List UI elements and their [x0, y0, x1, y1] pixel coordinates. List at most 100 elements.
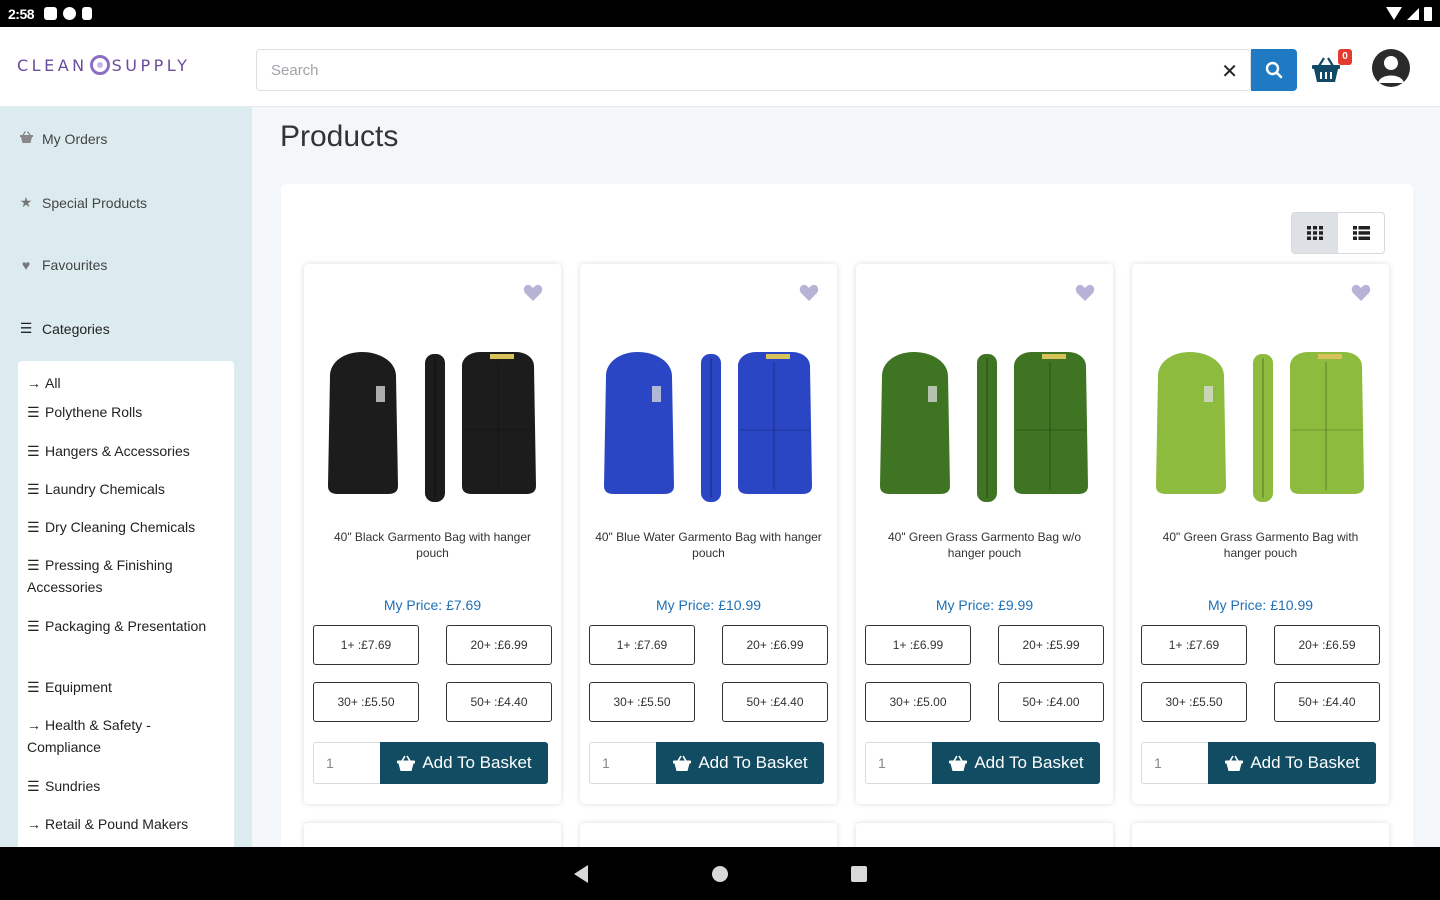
sidebar-item-label: My Orders	[42, 131, 108, 147]
sidebar-item-special-products[interactable]: ★ Special Products	[18, 194, 147, 211]
add-to-basket-button[interactable]: Add To Basket	[656, 742, 824, 784]
category-item-hangers[interactable]: ☰ Hangers & Accessories	[27, 440, 227, 462]
price-tier-button[interactable]: 1+ :£7.69	[1141, 625, 1247, 665]
clean-supply-logo[interactable]: CLEAN SUPPLY	[17, 55, 190, 75]
product-image[interactable]	[324, 344, 541, 504]
price-tier-button[interactable]: 50+ :£4.00	[998, 682, 1104, 722]
grid-view-button[interactable]	[1292, 213, 1338, 253]
back-icon[interactable]	[572, 864, 590, 884]
clear-search-icon[interactable]: ✕	[1221, 59, 1238, 84]
bars-icon: ☰	[27, 618, 40, 634]
product-image[interactable]	[876, 344, 1093, 504]
bars-icon: ☰	[27, 557, 40, 573]
sidebar-item-my-orders[interactable]: My Orders	[18, 131, 107, 147]
sidebar-item-categories[interactable]: ☰ Categories	[18, 320, 110, 337]
price-tier-button[interactable]: 30+ :£5.50	[589, 682, 695, 722]
price-tier-button[interactable]: 20+ :£6.99	[446, 625, 552, 665]
product-price: My Price: £10.99	[655, 597, 762, 613]
quantity-input[interactable]: 1	[313, 742, 383, 784]
category-item-packaging[interactable]: ☰ Packaging & Presentation	[27, 615, 227, 637]
basket-button[interactable]: 0	[1310, 49, 1352, 85]
add-to-basket-label: Add To Basket	[698, 753, 808, 772]
sidebar-item-favourites[interactable]: ♥ Favourites	[18, 257, 108, 273]
recents-icon[interactable]	[850, 865, 868, 883]
basket-icon	[1225, 755, 1244, 771]
main-content: Products 40" Black Garmento Bag with han…	[252, 107, 1440, 884]
category-item-retail[interactable]: → Retail & Pound Makers	[27, 813, 227, 835]
favourite-heart-icon[interactable]	[1075, 284, 1095, 307]
quantity-input[interactable]: 1	[1141, 742, 1211, 784]
category-item-polythene-rolls[interactable]: ☰ Polythene Rolls	[27, 401, 227, 423]
price-tier-button[interactable]: 20+ :£5.99	[998, 625, 1104, 665]
category-label: Equipment	[45, 679, 112, 695]
arrow-right-icon: →	[27, 717, 41, 733]
sidebar-item-label: Favourites	[42, 257, 108, 273]
user-avatar-button[interactable]	[1372, 49, 1410, 87]
basket-count-badge: 0	[1338, 49, 1352, 65]
search-button[interactable]	[1251, 49, 1297, 91]
product-name[interactable]: 40" Green Grass Garmento Bag with hanger…	[1146, 529, 1375, 561]
product-card[interactable]: 40" Black Garmento Bag with hanger pouch…	[304, 264, 561, 804]
add-to-basket-button[interactable]: Add To Basket	[380, 742, 548, 784]
arrow-right-icon: →	[27, 375, 41, 391]
product-card[interactable]: 40" Green Grass Garmento Bag w/o hanger …	[856, 264, 1113, 804]
status-bar: 2:58	[0, 0, 1440, 27]
price-tier-button[interactable]: 1+ :£6.99	[865, 625, 971, 665]
category-label: Pressing & Finishing Accessories	[27, 557, 173, 595]
price-tier-button[interactable]: 50+ :£4.40	[1274, 682, 1380, 722]
battery-icon	[1424, 6, 1432, 21]
heart-icon: ♥	[21, 257, 31, 273]
category-item-equipment[interactable]: ☰ Equipment	[27, 676, 227, 698]
add-to-basket-label: Add To Basket	[1250, 753, 1360, 772]
price-tier-button[interactable]: 50+ :£4.40	[446, 682, 552, 722]
product-price: My Price: £7.69	[383, 597, 482, 613]
product-name[interactable]: 40" Blue Water Garmento Bag with hanger …	[594, 529, 823, 561]
basket-icon	[949, 755, 968, 771]
category-list: → All ☰ Polythene Rolls ☰ Hangers & Accesso…	[18, 361, 234, 861]
sidebar: My Orders ★ Special Products ♥ Favourite…	[0, 107, 252, 861]
notification-icon	[44, 7, 58, 20]
product-image[interactable]	[600, 344, 817, 504]
grid-icon	[1307, 226, 1323, 240]
star-icon: ★	[19, 194, 33, 210]
product-name[interactable]: 40" Black Garmento Bag with hanger pouch	[318, 529, 547, 561]
bars-icon: ☰	[27, 519, 40, 535]
price-tier-button[interactable]: 20+ :£6.99	[722, 625, 828, 665]
bars-icon: ☰	[27, 404, 40, 420]
quantity-input[interactable]: 1	[865, 742, 935, 784]
home-icon[interactable]	[710, 864, 730, 884]
quantity-input[interactable]: 1	[589, 742, 659, 784]
price-tier-button[interactable]: 30+ :£5.50	[313, 682, 419, 722]
price-tier-button[interactable]: 30+ :£5.00	[865, 682, 971, 722]
list-icon	[1352, 226, 1370, 240]
favourite-heart-icon[interactable]	[1351, 284, 1371, 307]
add-to-basket-button[interactable]: Add To Basket	[1208, 742, 1376, 784]
favourite-heart-icon[interactable]	[799, 284, 819, 307]
category-item-laundry-chemicals[interactable]: ☰ Laundry Chemicals	[27, 478, 227, 500]
category-item-all[interactable]: → All	[27, 372, 227, 394]
category-label: Health & Safety - Compliance	[27, 717, 151, 755]
category-label: Laundry Chemicals	[45, 481, 165, 497]
product-card[interactable]: 40" Blue Water Garmento Bag with hanger …	[580, 264, 837, 804]
product-image[interactable]	[1152, 344, 1369, 504]
category-item-dry-cleaning[interactable]: ☰ Dry Cleaning Chemicals	[27, 516, 227, 538]
price-tier-button[interactable]: 20+ :£6.59	[1274, 625, 1380, 665]
category-item-sundries[interactable]: ☰ Sundries	[27, 775, 227, 797]
product-name[interactable]: 40" Green Grass Garmento Bag w/o hanger …	[870, 529, 1099, 561]
bars-icon: ☰	[27, 481, 40, 497]
price-tier-button[interactable]: 1+ :£7.69	[589, 625, 695, 665]
bars-icon: ☰	[27, 778, 40, 794]
category-item-health-safety[interactable]: → Health & Safety - Compliance	[27, 714, 227, 758]
price-tier-button[interactable]: 50+ :£4.40	[722, 682, 828, 722]
add-to-basket-button[interactable]: Add To Basket	[932, 742, 1100, 784]
category-item-pressing-finishing[interactable]: ☰ Pressing & Finishing Accessories	[27, 554, 227, 598]
search-bar: ✕	[256, 49, 1251, 91]
basket-icon	[397, 755, 416, 771]
search-input[interactable]	[257, 50, 1197, 90]
price-tier-button[interactable]: 1+ :£7.69	[313, 625, 419, 665]
product-card[interactable]: 40" Green Grass Garmento Bag with hanger…	[1132, 264, 1389, 804]
price-tier-button[interactable]: 30+ :£5.50	[1141, 682, 1247, 722]
signal-icon	[1407, 7, 1419, 20]
list-view-button[interactable]	[1338, 213, 1384, 253]
favourite-heart-icon[interactable]	[523, 284, 543, 307]
